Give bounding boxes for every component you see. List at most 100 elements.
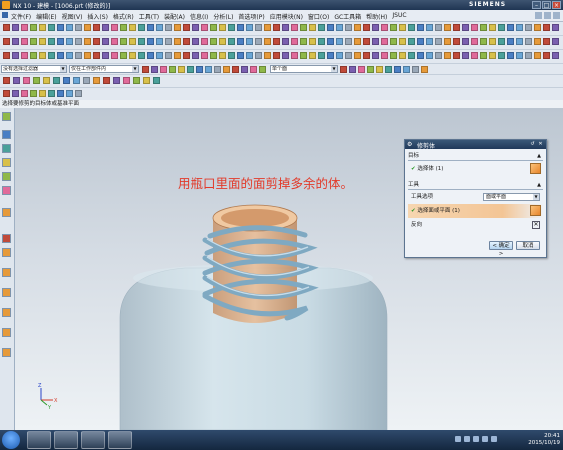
toolbar-icon[interactable]: [291, 52, 298, 59]
toolbar-icon[interactable]: [3, 38, 10, 45]
resource-bar-icon[interactable]: [2, 268, 11, 277]
toolbar-icon[interactable]: [282, 24, 289, 31]
clock[interactable]: 20:41 2015/10/19: [516, 433, 560, 447]
toolbar-icon[interactable]: [228, 38, 235, 45]
toolbar-icon[interactable]: [201, 24, 208, 31]
toolbar-icon[interactable]: [516, 38, 523, 45]
toolbar-icon[interactable]: [30, 90, 37, 97]
toolbar-icon[interactable]: [241, 66, 248, 73]
toolbar-icon[interactable]: [498, 52, 505, 59]
network-icon[interactable]: [482, 436, 488, 442]
toolbar-icon[interactable]: [53, 77, 60, 84]
toolbar-icon[interactable]: [543, 24, 550, 31]
toolbar-icon[interactable]: [174, 38, 181, 45]
toolbar-icon[interactable]: [417, 24, 424, 31]
toolbar-icon[interactable]: [219, 38, 226, 45]
toolbar-icon[interactable]: [156, 52, 163, 59]
toolbar-icon[interactable]: [534, 52, 541, 59]
toolbar-icon[interactable]: [394, 66, 401, 73]
toolbar-icon[interactable]: [30, 38, 37, 45]
toolbar-icon[interactable]: [138, 24, 145, 31]
toolbar-icon[interactable]: [426, 24, 433, 31]
toolbar-icon[interactable]: [183, 24, 190, 31]
toolbar-icon[interactable]: [120, 24, 127, 31]
ok-button[interactable]: < 确定 >: [489, 241, 513, 257]
toolbar-icon[interactable]: [507, 24, 514, 31]
toolbar-icon[interactable]: [363, 24, 370, 31]
toolbar-icon[interactable]: [93, 77, 100, 84]
toolbar-icon[interactable]: [480, 52, 487, 59]
toolbar-icon[interactable]: [192, 24, 199, 31]
toolbar-icon[interactable]: [39, 52, 46, 59]
toolbar-icon[interactable]: [354, 38, 361, 45]
toolbar-icon[interactable]: [75, 90, 82, 97]
close-button[interactable]: ×: [552, 1, 561, 9]
resource-bar-icon[interactable]: [2, 348, 11, 357]
toolbar-icon[interactable]: [12, 38, 19, 45]
toolbar-icon[interactable]: [327, 24, 334, 31]
toolbar-icon[interactable]: [435, 52, 442, 59]
toolbar-icon[interactable]: [480, 24, 487, 31]
toolbar-icon[interactable]: [147, 24, 154, 31]
toolbar-icon[interactable]: [354, 24, 361, 31]
toolbar-icon[interactable]: [138, 52, 145, 59]
toolbar-icon[interactable]: [57, 52, 64, 59]
minimize-button[interactable]: –: [532, 1, 541, 9]
toolbar-icon[interactable]: [33, 77, 40, 84]
toolbar-icon[interactable]: [363, 38, 370, 45]
toolbar-icon[interactable]: [309, 24, 316, 31]
toolbar-icon[interactable]: [73, 77, 80, 84]
toolbar-icon[interactable]: [143, 77, 150, 84]
toolbar-icon[interactable]: [372, 38, 379, 45]
toolbar-icon[interactable]: [255, 38, 262, 45]
toolbar-icon[interactable]: [21, 38, 28, 45]
toolbar-icon[interactable]: [84, 38, 91, 45]
toolbar-icon[interactable]: [255, 24, 262, 31]
start-button[interactable]: [2, 431, 20, 449]
toolbar-icon[interactable]: [48, 52, 55, 59]
toolbar-icon[interactable]: [228, 52, 235, 59]
toolbar-icon[interactable]: [23, 77, 30, 84]
toolbar-icon[interactable]: [39, 90, 46, 97]
toolbar-icon[interactable]: [462, 38, 469, 45]
toolbar-icon[interactable]: [205, 66, 212, 73]
toolbar-icon[interactable]: [66, 38, 73, 45]
toolbar-icon[interactable]: [250, 66, 257, 73]
toolbar-icon[interactable]: [480, 38, 487, 45]
toolbar-icon[interactable]: [318, 24, 325, 31]
toolbar-icon[interactable]: [3, 77, 10, 84]
resource-bar-icon[interactable]: [2, 186, 11, 195]
taskbar-app-icon[interactable]: [108, 431, 132, 449]
toolbar-icon[interactable]: [327, 52, 334, 59]
toolbar-icon[interactable]: [84, 24, 91, 31]
toolbar-icon[interactable]: [66, 52, 73, 59]
toolbar-icon[interactable]: [30, 52, 37, 59]
toolbar-icon[interactable]: [93, 24, 100, 31]
toolbar-icon[interactable]: [147, 52, 154, 59]
toolbar-icon[interactable]: [552, 52, 559, 59]
toolbar-icon[interactable]: [507, 52, 514, 59]
toolbar-icon[interactable]: [57, 24, 64, 31]
toolbar-icon[interactable]: [453, 38, 460, 45]
toolbar-icon[interactable]: [165, 52, 172, 59]
toolbar-icon[interactable]: [156, 38, 163, 45]
toolbar-icon[interactable]: [453, 24, 460, 31]
toolbar-icon[interactable]: [255, 52, 262, 59]
toolbar-icon[interactable]: [403, 66, 410, 73]
close-icon[interactable]: ✕: [537, 141, 544, 148]
toolbar-icon[interactable]: [84, 52, 91, 59]
toolbar-icon[interactable]: [399, 38, 406, 45]
toolbar-icon[interactable]: [507, 38, 514, 45]
toolbar-icon[interactable]: [543, 38, 550, 45]
toolbar-icon[interactable]: [489, 24, 496, 31]
toolbar-icon[interactable]: [237, 24, 244, 31]
reset-icon[interactable]: ↺: [529, 141, 536, 148]
toolbar-icon[interactable]: [525, 24, 532, 31]
maximize-button[interactable]: □: [542, 1, 551, 9]
restore-icon[interactable]: [553, 12, 560, 19]
toolbar-icon[interactable]: [552, 38, 559, 45]
toolbar-icon[interactable]: [444, 52, 451, 59]
toolbar-icon[interactable]: [349, 66, 356, 73]
toolbar-icon[interactable]: [318, 38, 325, 45]
toolbar-icon[interactable]: [390, 38, 397, 45]
